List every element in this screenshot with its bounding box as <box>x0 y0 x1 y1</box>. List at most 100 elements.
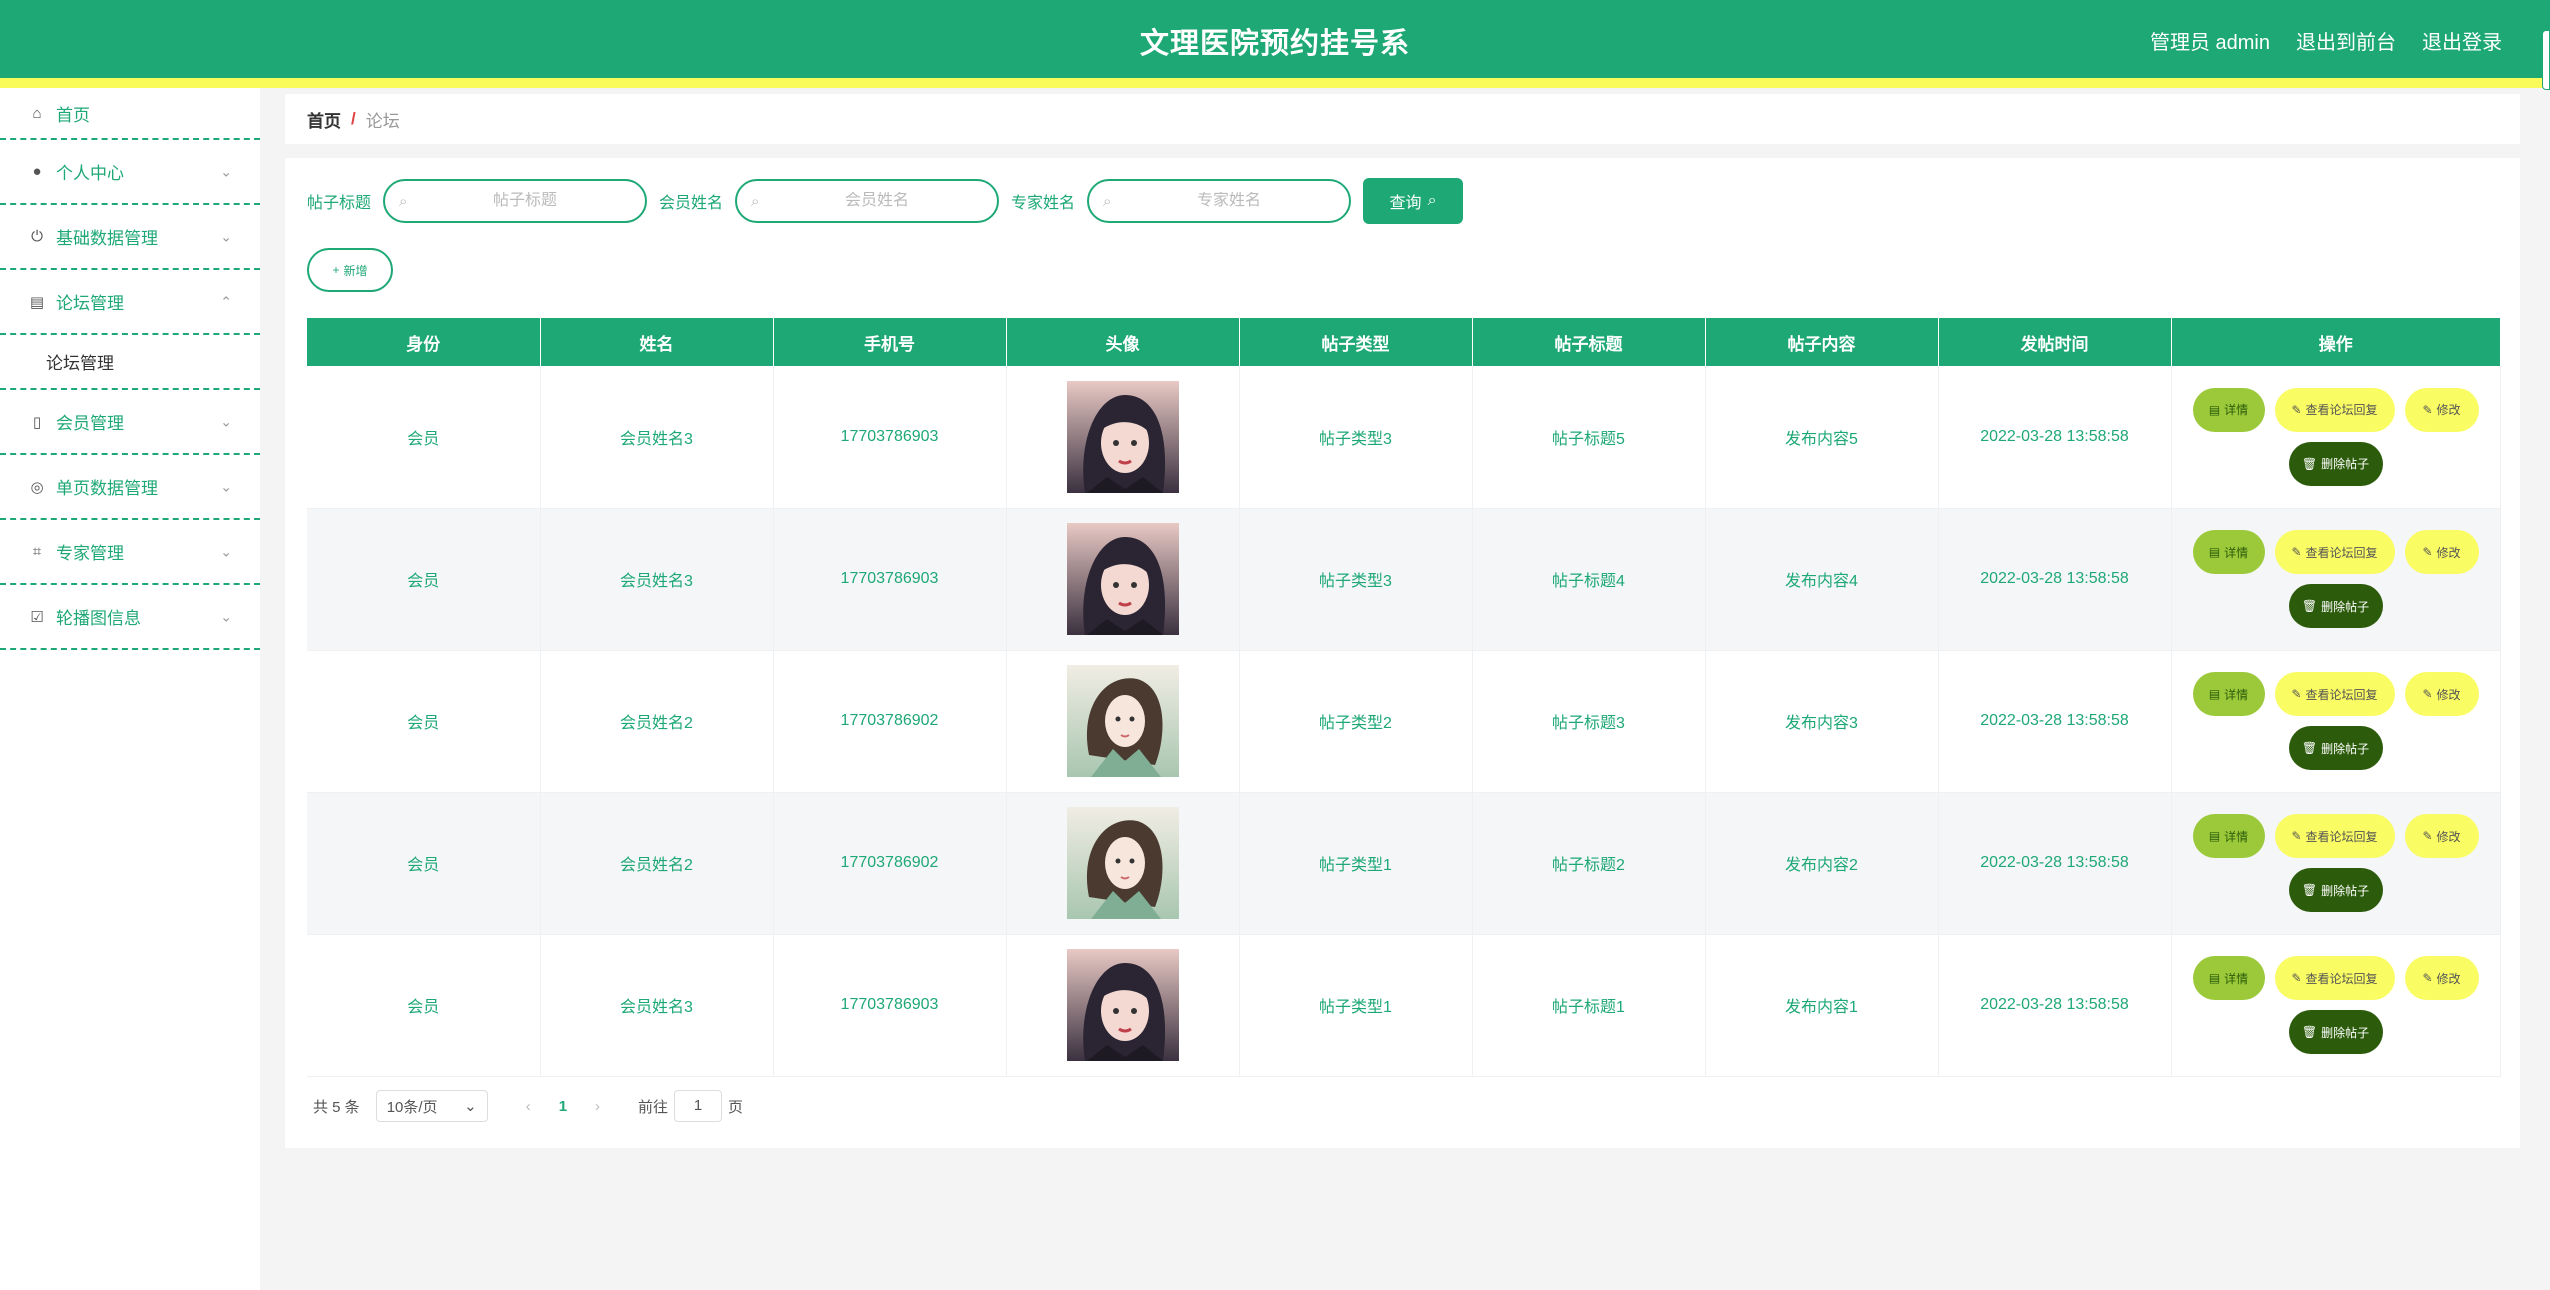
sidebar-item-label: 首页 <box>56 105 90 125</box>
sidebar-subitem-forum-manage[interactable]: 论坛管理 <box>0 335 260 390</box>
view-replies-button[interactable]: ✎ 查看论坛回复 <box>2274 387 2395 432</box>
member-name-field[interactable]: ⌕ <box>735 179 1000 223</box>
edit-icon: ✎ <box>2422 971 2433 985</box>
delete-post-button[interactable]: 🗑 删除帖子 <box>2288 726 2383 770</box>
cell-post-time: 2022-03-28 13:58:58 <box>1938 508 2172 651</box>
delete-post-button[interactable]: 🗑 删除帖子 <box>2288 868 2383 912</box>
page-size-select[interactable]: 10条/页 ⌄ <box>375 1090 488 1122</box>
next-page-button[interactable]: › <box>595 1098 600 1115</box>
col-header: 头像 <box>1006 318 1240 366</box>
avatar-image <box>1066 949 1179 1061</box>
sidebar-item-label: 轮播图信息 <box>56 609 141 628</box>
doc-icon: ▤ <box>2208 829 2221 843</box>
header-accent-stripe <box>0 78 2550 88</box>
sidebar-item-home[interactable]: ⌂ 首页 <box>0 88 260 140</box>
table-row: 会员 会员姓名3 17703786903 帖子类型1 帖子标题1 发布内容1 2022-03… <box>307 934 2501 1077</box>
sidebar-item-forum[interactable]: ▤ 论坛管理 ⌃ <box>0 270 260 335</box>
view-replies-button[interactable]: ✎ 查看论坛回复 <box>2274 814 2395 858</box>
delete-post-button[interactable]: 🗑 删除帖子 <box>2288 441 2383 486</box>
sidebar-item-personal-center[interactable]: ● 个人中心 ⌄ <box>0 140 260 205</box>
post-title-label: 帖子标题 <box>307 195 372 212</box>
view-replies-label: 查看论坛回复 <box>2305 545 2378 560</box>
delete-post-button[interactable]: 🗑 删除帖子 <box>2288 584 2383 628</box>
cell-phone: 17703786902 <box>773 650 1007 793</box>
page-size-value: 10条/页 <box>386 1098 438 1116</box>
delete-post-label: 删除帖子 <box>2321 883 2370 898</box>
pagination: 共 5 条 10条/页 ⌄ ‹ 1 › 前往 1 页 <box>313 1090 743 1122</box>
edit-button[interactable]: ✎ 修改 <box>2404 530 2479 574</box>
view-replies-button[interactable]: ✎ 查看论坛回复 <box>2274 672 2395 716</box>
search-icon: ⌕ <box>1103 192 1112 210</box>
trash-icon: 🗑 <box>2301 741 2318 755</box>
delete-post-button[interactable]: 🗑 删除帖子 <box>2288 1010 2383 1054</box>
col-header: 身份 <box>307 318 541 366</box>
detail-button-label: 详情 <box>2224 545 2249 560</box>
detail-button-label: 详情 <box>2224 971 2249 986</box>
doc-icon: ▤ <box>2208 545 2221 559</box>
plus-icon: + <box>332 263 340 277</box>
edit-icon: ✎ <box>2291 829 2302 843</box>
doc-icon: ▤ <box>2208 402 2221 417</box>
admin-label: 管理员 admin <box>2149 32 2270 54</box>
view-replies-button[interactable]: ✎ 查看论坛回复 <box>2274 956 2395 1000</box>
row-actions: ▤ 详情 ✎ 查看论坛回复 ✎ 修改 🗑 删除帖子 <box>2172 672 2500 770</box>
add-button[interactable]: + 新增 <box>307 248 393 292</box>
search-icon: ⌕ <box>751 192 760 210</box>
forum-table: 身份 姓名 手机号 头像 帖子类型 帖子标题 帖子内容 发帖时间 操作 会员 会员… <box>307 318 2501 1077</box>
cell-post-content: 发布内容2 <box>1705 792 1939 935</box>
detail-button[interactable]: ▤ 详情 <box>2192 672 2265 716</box>
trash-icon: 🗑 <box>2301 1025 2318 1039</box>
detail-button[interactable]: ▤ 详情 <box>2192 956 2265 1000</box>
expert-name-input[interactable] <box>1123 192 1336 210</box>
cell-post-content: 发布内容4 <box>1705 508 1939 651</box>
member-name-input[interactable] <box>771 192 984 210</box>
table-row: 会员 会员姓名3 17703786903 帖子类型3 帖子标题5 发布内容5 2022-03… <box>307 366 2501 509</box>
detail-button[interactable]: ▤ 详情 <box>2192 387 2265 432</box>
sidebar-item-base-data[interactable]: ⏻ 基础数据管理 ⌄ <box>0 205 260 270</box>
cell-post-type: 帖子类型3 <box>1239 366 1473 509</box>
cell-post-type: 帖子类型2 <box>1239 650 1473 793</box>
cell-name: 会员姓名2 <box>540 650 774 793</box>
goto-page-input[interactable]: 1 <box>674 1090 723 1122</box>
exit-to-frontend-link[interactable]: 退出到前台 <box>2296 26 2396 55</box>
user-icon: ● <box>32 163 42 180</box>
detail-button-label: 详情 <box>2224 829 2249 844</box>
detail-button[interactable]: ▤ 详情 <box>2192 814 2265 858</box>
edit-button[interactable]: ✎ 修改 <box>2404 672 2479 716</box>
doc-icon: ▤ <box>2208 971 2221 985</box>
edit-icon: ✎ <box>2422 687 2433 701</box>
prev-page-button[interactable]: ‹ <box>526 1098 531 1115</box>
table-body: 会员 会员姓名3 17703786903 帖子类型3 帖子标题5 发布内容5 2022-03… <box>307 366 2501 1077</box>
sidebar-item-single-page[interactable]: ◎ 单页数据管理 ⌄ <box>0 455 260 520</box>
sidebar-item-label: 会员管理 <box>56 414 124 433</box>
sidebar-item-experts[interactable]: ⌗ 专家管理 ⌄ <box>0 520 260 585</box>
edit-button[interactable]: ✎ 修改 <box>2404 387 2479 432</box>
table-row: 会员 会员姓名3 17703786903 帖子类型3 帖子标题4 发布内容4 2022-03… <box>307 508 2501 651</box>
post-title-field[interactable]: ⌕ <box>383 179 648 223</box>
breadcrumb-home[interactable]: 首页 <box>307 107 341 132</box>
cell-post-title: 帖子标题5 <box>1472 366 1706 509</box>
post-title-input[interactable] <box>419 192 632 210</box>
edit-button-label: 修改 <box>2436 687 2461 702</box>
home-icon: ⌂ <box>32 104 42 122</box>
expert-name-label: 专家姓名 <box>1011 195 1076 212</box>
edit-button[interactable]: ✎ 修改 <box>2404 814 2479 858</box>
side-handle[interactable] <box>2542 30 2550 90</box>
query-button[interactable]: 查询 ⌕ <box>1363 178 1464 224</box>
current-page[interactable]: 1 <box>559 1098 567 1115</box>
sidebar-item-members[interactable]: ▯ 会员管理 ⌄ <box>0 390 260 455</box>
edit-button-label: 修改 <box>2436 829 2461 844</box>
sidebar-item-carousel[interactable]: ☑ 轮播图信息 ⌄ <box>0 585 260 650</box>
expert-name-field[interactable]: ⌕ <box>1087 179 1352 223</box>
detail-button-label: 详情 <box>2224 687 2249 702</box>
chevron-down-icon: ⌄ <box>220 413 232 429</box>
cell-avatar <box>1006 366 1240 509</box>
edit-button[interactable]: ✎ 修改 <box>2404 956 2479 1000</box>
detail-button[interactable]: ▤ 详情 <box>2192 530 2265 574</box>
logout-link[interactable]: 退出登录 <box>2422 26 2502 55</box>
breadcrumb: 首页 / 论坛 <box>285 94 2520 144</box>
view-replies-label: 查看论坛回复 <box>2305 829 2378 844</box>
search-icon: ⌕ <box>1427 192 1437 209</box>
power-icon: ⏻ <box>31 228 43 245</box>
view-replies-button[interactable]: ✎ 查看论坛回复 <box>2274 530 2395 574</box>
